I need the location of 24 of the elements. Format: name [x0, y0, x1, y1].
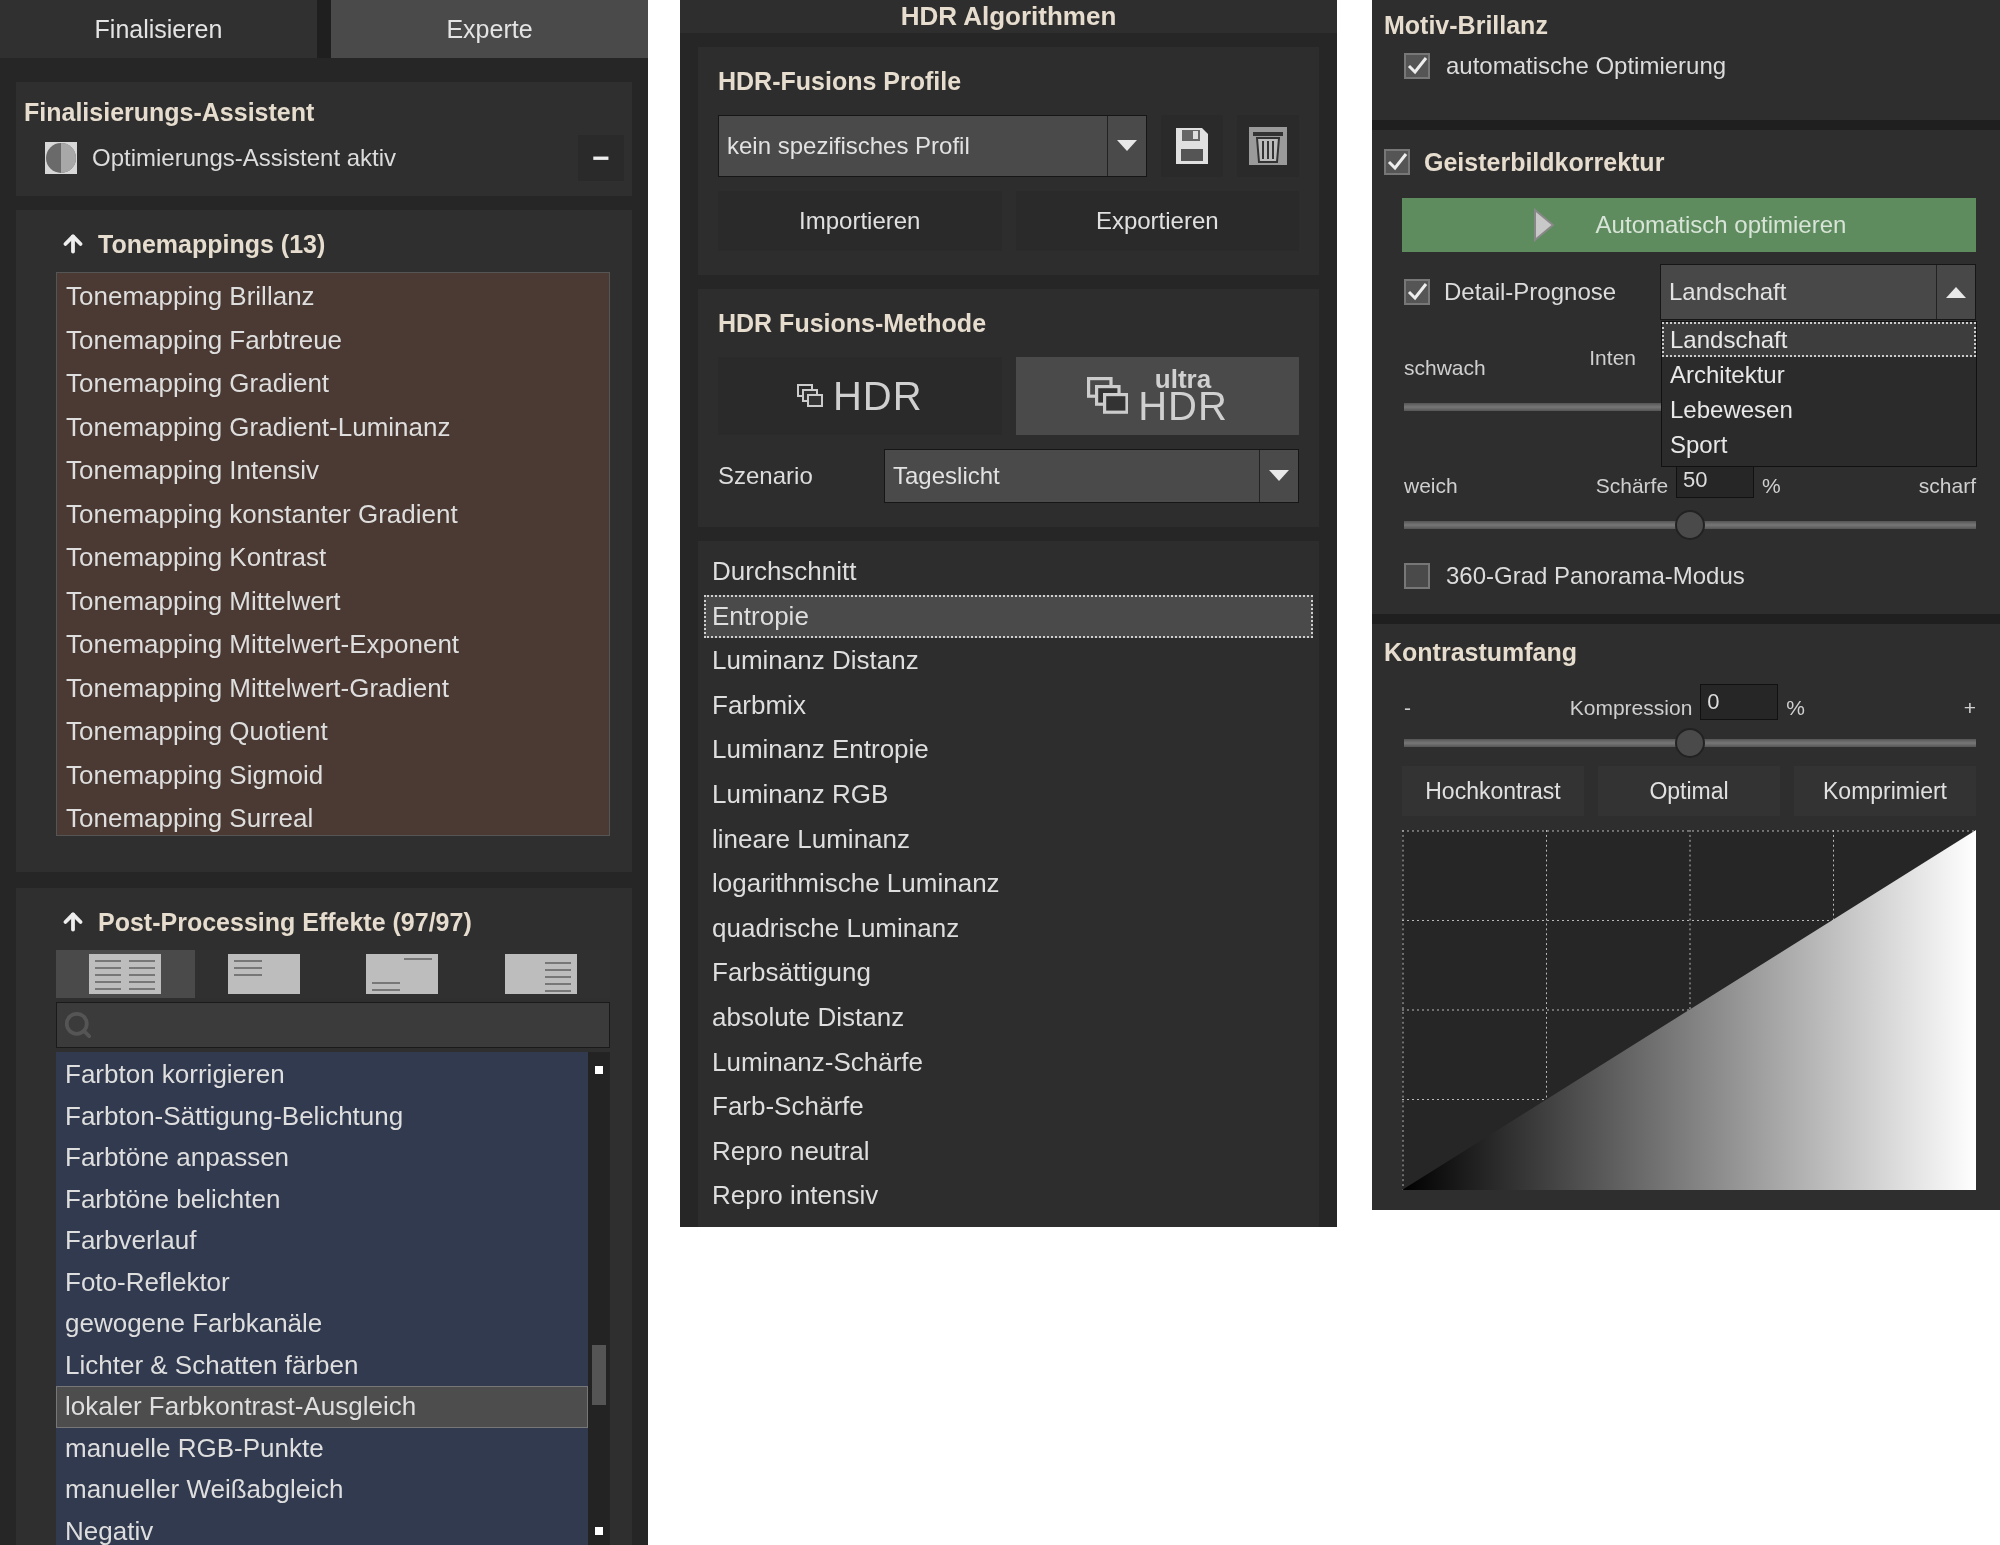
slider-label: Kompression — [1569, 696, 1693, 720]
unit-label: % — [1762, 474, 1781, 498]
checkbox-label: automatische Optimierung — [1446, 52, 1727, 80]
max-label: scharf — [1918, 474, 1976, 498]
min-label: - — [1404, 696, 1411, 720]
section-title: Geisterbildkorrektur — [1424, 147, 1665, 178]
slider-label: Schärfe — [1595, 474, 1669, 498]
slider-label: Inten — [1589, 346, 1636, 370]
min-label: schwach — [1404, 356, 1486, 380]
panel-title: HDR Algorithmen — [680, 0, 1337, 34]
section-title: HDR-Fusions Profile — [718, 66, 963, 98]
section-title: HDR Fusions-Methode — [718, 308, 988, 340]
max-label: + — [1963, 696, 1976, 720]
section-title: Finalisierungs-Assistent — [24, 97, 316, 128]
checkbox-label: Detail-Prognose — [1444, 278, 1617, 306]
assistant-label: Optimierungs-Assistent aktiv — [92, 144, 397, 172]
min-label: weich — [1404, 474, 1458, 498]
scenario-label: Szenario — [718, 462, 814, 491]
checkbox-label: 360-Grad Panorama-Modus — [1446, 562, 1745, 590]
section-title: Kontrastumfang — [1384, 637, 1579, 668]
section-title: Motiv-Brillanz — [1384, 10, 1549, 41]
section-title: Tonemappings (13) — [98, 229, 326, 260]
section-title: Post-Processing Effekte (97/97) — [98, 907, 472, 938]
unit-label: % — [1786, 696, 1805, 720]
